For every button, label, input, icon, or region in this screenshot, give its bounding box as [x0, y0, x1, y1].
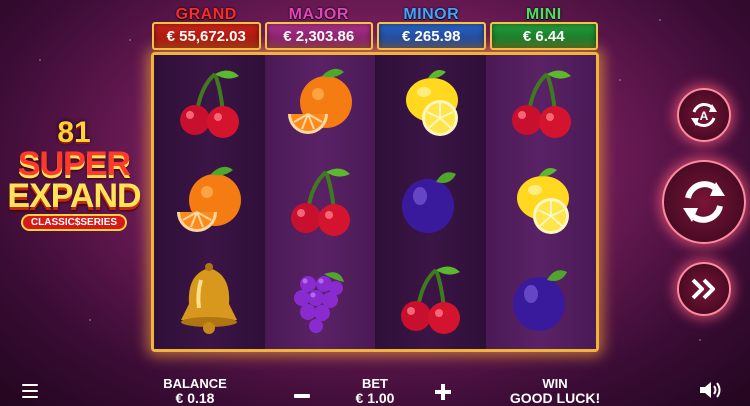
logo-expand: EXPAND — [7, 177, 141, 215]
reel-grid — [151, 52, 599, 352]
reel-cell — [485, 251, 596, 349]
reel-cell — [375, 251, 486, 349]
cherry-symbol — [290, 168, 350, 236]
reel-cell — [154, 55, 265, 153]
jackpot-minor-amount: € 265.98 — [377, 22, 486, 50]
game-logo: 81 SUPER EXPAND CLASSIC$SERIES — [6, 118, 142, 246]
minus-icon — [294, 394, 310, 398]
cherry-symbol — [511, 70, 571, 138]
reel-cell — [264, 55, 375, 153]
reel-cell — [264, 251, 375, 349]
autoplay-button[interactable]: A — [677, 88, 731, 142]
bell-symbol — [181, 263, 238, 334]
cherry-symbol — [401, 266, 461, 334]
bet-value: € 1.00 — [355, 390, 395, 406]
bet-label: BET — [362, 376, 388, 391]
reel-cell — [375, 55, 486, 153]
reel-cell — [154, 251, 265, 349]
bet-increase-button[interactable] — [432, 381, 454, 403]
sound-icon[interactable] — [698, 380, 722, 400]
win-label: WIN — [542, 376, 568, 391]
reel-cell — [485, 153, 596, 251]
autoplay-letter: A — [700, 109, 709, 123]
reel-cell — [375, 153, 486, 251]
lemon-symbol — [516, 168, 569, 234]
lemon-symbol — [406, 70, 459, 136]
bet-decrease-button[interactable] — [290, 390, 314, 402]
turbo-button[interactable] — [677, 262, 731, 316]
fast-forward-icon — [691, 278, 715, 300]
reel-cell — [264, 153, 375, 251]
grapes-symbol — [293, 272, 344, 333]
jackpot-major: MAJOR € 2,303.86 — [264, 6, 373, 52]
spin-button[interactable] — [662, 160, 746, 244]
reel-cell — [485, 55, 596, 153]
spin-icon — [683, 181, 725, 223]
jackpot-grand-amount: € 55,672.03 — [152, 22, 261, 50]
plum-symbol — [402, 172, 457, 233]
jackpot-major-amount: € 2,303.86 — [264, 22, 373, 50]
jackpot-bar: GRAND € 55,672.03 MAJOR € 2,303.86 MINOR… — [152, 6, 598, 52]
jackpot-mini: MINI € 6.44 — [489, 6, 598, 52]
cherry-symbol — [180, 70, 240, 138]
balance-label: BALANCE — [163, 376, 227, 391]
orange-symbol — [287, 68, 352, 134]
menu-icon[interactable] — [22, 384, 38, 398]
logo-series: CLASSIC$SERIES — [20, 214, 128, 231]
logo-number: 81 — [57, 116, 91, 149]
win-value: GOOD LUCK! — [509, 390, 601, 406]
plum-symbol — [512, 270, 567, 331]
reel-cell — [154, 153, 265, 251]
balance-value: € 0.18 — [175, 390, 215, 406]
bottom-bar: BALANCE € 0.18 BET € 1.00 WIN GOOD LUCK! — [0, 370, 750, 406]
logo-super: SUPER — [17, 145, 131, 183]
jackpot-mini-amount: € 6.44 — [489, 22, 598, 50]
jackpot-grand: GRAND € 55,672.03 — [152, 6, 261, 52]
orange-symbol — [177, 166, 242, 232]
jackpot-minor: MINOR € 265.98 — [377, 6, 486, 52]
autoplay-icon: A — [691, 103, 717, 127]
